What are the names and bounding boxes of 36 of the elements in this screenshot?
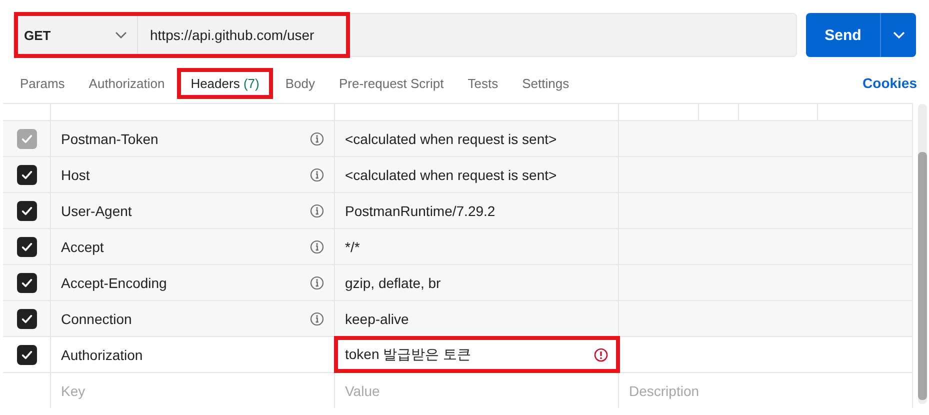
header-key[interactable]: Authorization	[61, 346, 324, 362]
tab[interactable]: Body	[273, 72, 327, 94]
checkbox[interactable]	[16, 272, 36, 292]
checkbox[interactable]	[16, 308, 36, 328]
chevron-down-icon	[892, 31, 904, 39]
header-key[interactable]: Connection	[61, 310, 310, 326]
checkbox[interactable]	[16, 236, 36, 256]
header-key[interactable]: Accept	[61, 238, 310, 254]
info-icon	[310, 204, 324, 218]
send-options-button[interactable]	[880, 13, 916, 57]
info-icon	[310, 240, 324, 254]
checkbox[interactable]	[16, 164, 36, 184]
header-value[interactable]: <calculated when request is sent>	[345, 166, 608, 182]
info-icon	[310, 132, 324, 146]
info-icon	[310, 276, 324, 290]
tab[interactable]: Tests	[456, 72, 510, 94]
header-key[interactable]: Host	[61, 166, 310, 182]
scrollbar[interactable]	[918, 152, 927, 400]
tab[interactable]: Params	[8, 72, 77, 94]
header-key[interactable]: User-Agent	[61, 202, 310, 218]
header-value[interactable]: */*	[345, 238, 608, 254]
send-button[interactable]: Send	[806, 13, 880, 57]
header-key[interactable]: Accept-Encoding	[61, 274, 310, 290]
header-value[interactable]: PostmanRuntime/7.29.2	[345, 202, 608, 218]
info-icon	[310, 312, 324, 326]
header-value[interactable]: keep-alive	[345, 310, 608, 326]
tab[interactable]: Authorization	[76, 72, 177, 94]
header-value[interactable]: token 발급받은 토큰	[345, 346, 594, 364]
tab[interactable]: Headers (7)	[176, 68, 274, 98]
tab[interactable]: Pre-request Script	[326, 72, 456, 94]
tab[interactable]: Settings	[510, 72, 582, 94]
checkbox[interactable]	[16, 344, 36, 364]
header-value[interactable]: gzip, deflate, br	[345, 274, 608, 290]
info-icon	[310, 168, 324, 182]
cookies-link[interactable]: Cookies	[862, 75, 917, 91]
checkbox[interactable]	[16, 200, 36, 220]
